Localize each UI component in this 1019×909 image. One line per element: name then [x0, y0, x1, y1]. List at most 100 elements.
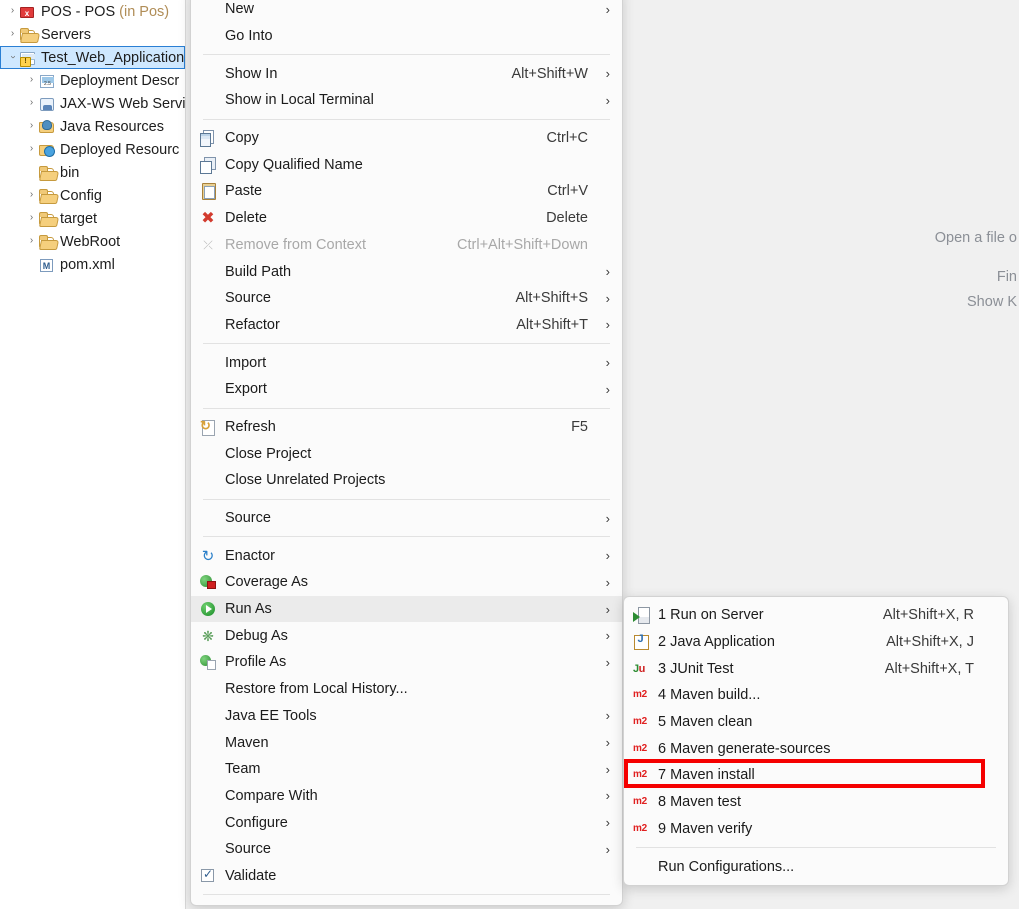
- tree-item-label: target: [60, 210, 98, 227]
- tree-item-jax-ws-web-servi[interactable]: › JAX-WS Web Servi: [0, 92, 185, 115]
- tree-item-pos-pos[interactable]: › x POS - POS (in Pos): [0, 0, 185, 23]
- menu-item-restore-from-local-history[interactable]: Restore from Local History...›: [191, 676, 622, 703]
- remove-from-context-icon: ⤫: [203, 237, 213, 252]
- submenu-item-3-junit-test[interactable]: Ju3 JUnit TestAlt+Shift+X, T›: [624, 655, 1008, 682]
- menu-item-enactor[interactable]: ↻ Enactor ›: [191, 542, 622, 569]
- tree-item-bin[interactable]: › bin: [0, 161, 185, 184]
- menu-item-icon-slot: [191, 653, 225, 671]
- menu-item-shortcut: Ctrl+Alt+Shift+Down: [457, 236, 588, 253]
- menu-item-label: 6 Maven generate-sources: [658, 740, 831, 757]
- menu-item-new[interactable]: New ›: [191, 0, 622, 23]
- tree-item-label: Test_Web_Application: [41, 49, 185, 66]
- menu-item-source[interactable]: Source ›: [191, 505, 622, 532]
- submenu-item-4-maven-build[interactable]: m24 Maven build...›: [624, 682, 1008, 709]
- menu-item-icon-slot: [191, 867, 225, 885]
- menu-item-label: 7 Maven install: [658, 767, 755, 784]
- menu-item-close-unrelated-projects[interactable]: Close Unrelated Projects›: [191, 467, 622, 494]
- menu-item-label: Refresh: [225, 418, 276, 435]
- chevron-right-icon[interactable]: ›: [25, 212, 38, 223]
- submenu-item-6-maven-generate-sources[interactable]: m26 Maven generate-sources›: [624, 735, 1008, 762]
- project-context-menu[interactable]: New›Go Into› Show InAlt+Shift+W›Show in L…: [190, 0, 623, 907]
- chevron-right-icon[interactable]: ›: [25, 143, 38, 154]
- menu-item-show-in[interactable]: Show In Alt+Shift+W ›: [191, 60, 622, 87]
- menu-item-configure[interactable]: Configure ›: [191, 809, 622, 836]
- menu-item-refresh[interactable]: RefreshF5›: [191, 414, 622, 441]
- profile-icon: [200, 654, 216, 671]
- chevron-right-icon[interactable]: ›: [25, 189, 38, 200]
- menu-item-delete[interactable]: ✖DeleteDelete›: [191, 205, 622, 232]
- menu-item-icon-slot: [191, 445, 225, 463]
- tree-item-config[interactable]: › Config: [0, 184, 185, 207]
- tree-item-icon: [38, 73, 56, 89]
- menu-item-team[interactable]: Team ›: [191, 756, 622, 783]
- coverage-icon: [200, 574, 216, 590]
- menu-item-coverage-as[interactable]: Coverage As ›: [191, 569, 622, 596]
- chevron-right-icon[interactable]: ›: [6, 5, 19, 16]
- menu-item-maven[interactable]: Maven ›: [191, 729, 622, 756]
- run-as-submenu[interactable]: 1 Run on ServerAlt+Shift+X, R›2 Java App…: [623, 596, 1009, 886]
- submenu-item-1-run-on-server[interactable]: 1 Run on ServerAlt+Shift+X, R›: [624, 602, 1008, 629]
- menu-item-debug-as[interactable]: ❋ Debug As ›: [191, 622, 622, 649]
- chevron-right-icon: ›: [605, 628, 610, 644]
- menu-item-go-into[interactable]: Go Into›: [191, 23, 622, 50]
- menu-item-import[interactable]: Import ›: [191, 349, 622, 376]
- deployment-descriptor-icon: [40, 74, 54, 88]
- submenu-item-2-java-application[interactable]: 2 Java ApplicationAlt+Shift+X, J›: [624, 629, 1008, 656]
- submenu-item-8-maven-test[interactable]: m28 Maven test›: [624, 789, 1008, 816]
- menu-item-profile-as[interactable]: Profile As ›: [191, 649, 622, 676]
- submenu-item-9-maven-verify[interactable]: m29 Maven verify›: [624, 816, 1008, 843]
- menu-item-shortcut: Ctrl+C: [546, 130, 589, 147]
- menu-item-close-project[interactable]: Close Project›: [191, 440, 622, 467]
- tree-item-servers[interactable]: › Servers: [0, 23, 185, 46]
- tree-item-icon: [38, 188, 56, 204]
- menu-item-shortcut: F5: [571, 418, 588, 435]
- run-on-server-icon: [633, 607, 650, 625]
- menu-item-icon-slot: [191, 129, 225, 148]
- tree-item-deployed-resourc[interactable]: › Deployed Resourc: [0, 138, 185, 161]
- menu-item-java-ee-tools[interactable]: Java EE Tools ›: [191, 703, 622, 730]
- submenu-item-5-maven-clean[interactable]: m25 Maven clean›: [624, 709, 1008, 736]
- menu-item-compare-with[interactable]: Compare With ›: [191, 783, 622, 810]
- menu-item-copy-qualified-name[interactable]: Copy Qualified Name›: [191, 151, 622, 178]
- menu-item-icon-slot: [191, 509, 225, 527]
- menu-item-source[interactable]: Source ›: [191, 836, 622, 863]
- menu-item-label: Build Path: [225, 263, 292, 280]
- menu-item-icon-slot: [624, 858, 658, 876]
- validate-checkbox-icon: [201, 867, 214, 882]
- menu-item-export[interactable]: Export ›: [191, 376, 622, 403]
- tree-item-webroot[interactable]: › WebRoot: [0, 230, 185, 253]
- menu-item-run-as[interactable]: Run As ›: [191, 595, 622, 623]
- chevron-right-icon[interactable]: ›: [25, 74, 38, 85]
- chevron-right-icon[interactable]: ›: [25, 97, 38, 108]
- tree-item-target[interactable]: › target: [0, 207, 185, 230]
- menu-item-source[interactable]: Source Alt+Shift+S ›: [191, 285, 622, 312]
- menu-item-icon-slot: [191, 814, 225, 832]
- chevron-right-icon[interactable]: ›: [25, 120, 38, 131]
- menu-item-shortcut: Alt+Shift+X, R: [882, 607, 974, 624]
- tree-item-java-resources[interactable]: › Java Resources: [0, 115, 185, 138]
- project-explorer-tree[interactable]: ›xPOS - POS (in Pos)›Servers›Test_Web_Ap…: [0, 0, 186, 909]
- chevron-right-icon[interactable]: ›: [25, 235, 38, 246]
- red-project-icon: x: [20, 6, 34, 18]
- menu-item-label: Delete: [225, 210, 267, 227]
- menu-item-build-path[interactable]: Build Path ›: [191, 258, 622, 285]
- menu-item-validate[interactable]: Validate›: [191, 863, 622, 890]
- menu-item-refactor[interactable]: Refactor Alt+Shift+T ›: [191, 312, 622, 339]
- menu-item-copy[interactable]: CopyCtrl+C›: [191, 125, 622, 152]
- menu-item-paste[interactable]: PasteCtrl+V›: [191, 178, 622, 205]
- menu-item-icon-slot: [191, 573, 225, 591]
- maven-icon: m2: [633, 822, 647, 834]
- chevron-right-icon[interactable]: ›: [6, 28, 19, 39]
- tree-item-pom-xml[interactable]: ›Mpom.xml: [0, 253, 185, 276]
- tree-item-label: Servers: [41, 26, 91, 43]
- chevron-right-icon: ›: [605, 735, 610, 751]
- menu-separator: [203, 894, 610, 896]
- chevron-down-icon[interactable]: ›: [8, 50, 19, 63]
- tree-item-label: Deployment Descr: [60, 72, 180, 89]
- chevron-right-icon: ›: [605, 574, 610, 590]
- submenu-item-7-maven-install[interactable]: m27 Maven install›: [624, 762, 1008, 789]
- submenu-item-run-configurations[interactable]: Run Configurations...›: [624, 853, 1008, 880]
- tree-item-deployment-descr[interactable]: › Deployment Descr: [0, 69, 185, 92]
- menu-item-show-in-local-terminal[interactable]: Show in Local Terminal ›: [191, 87, 622, 114]
- tree-item-test-web-application[interactable]: › Test_Web_Application: [0, 46, 185, 69]
